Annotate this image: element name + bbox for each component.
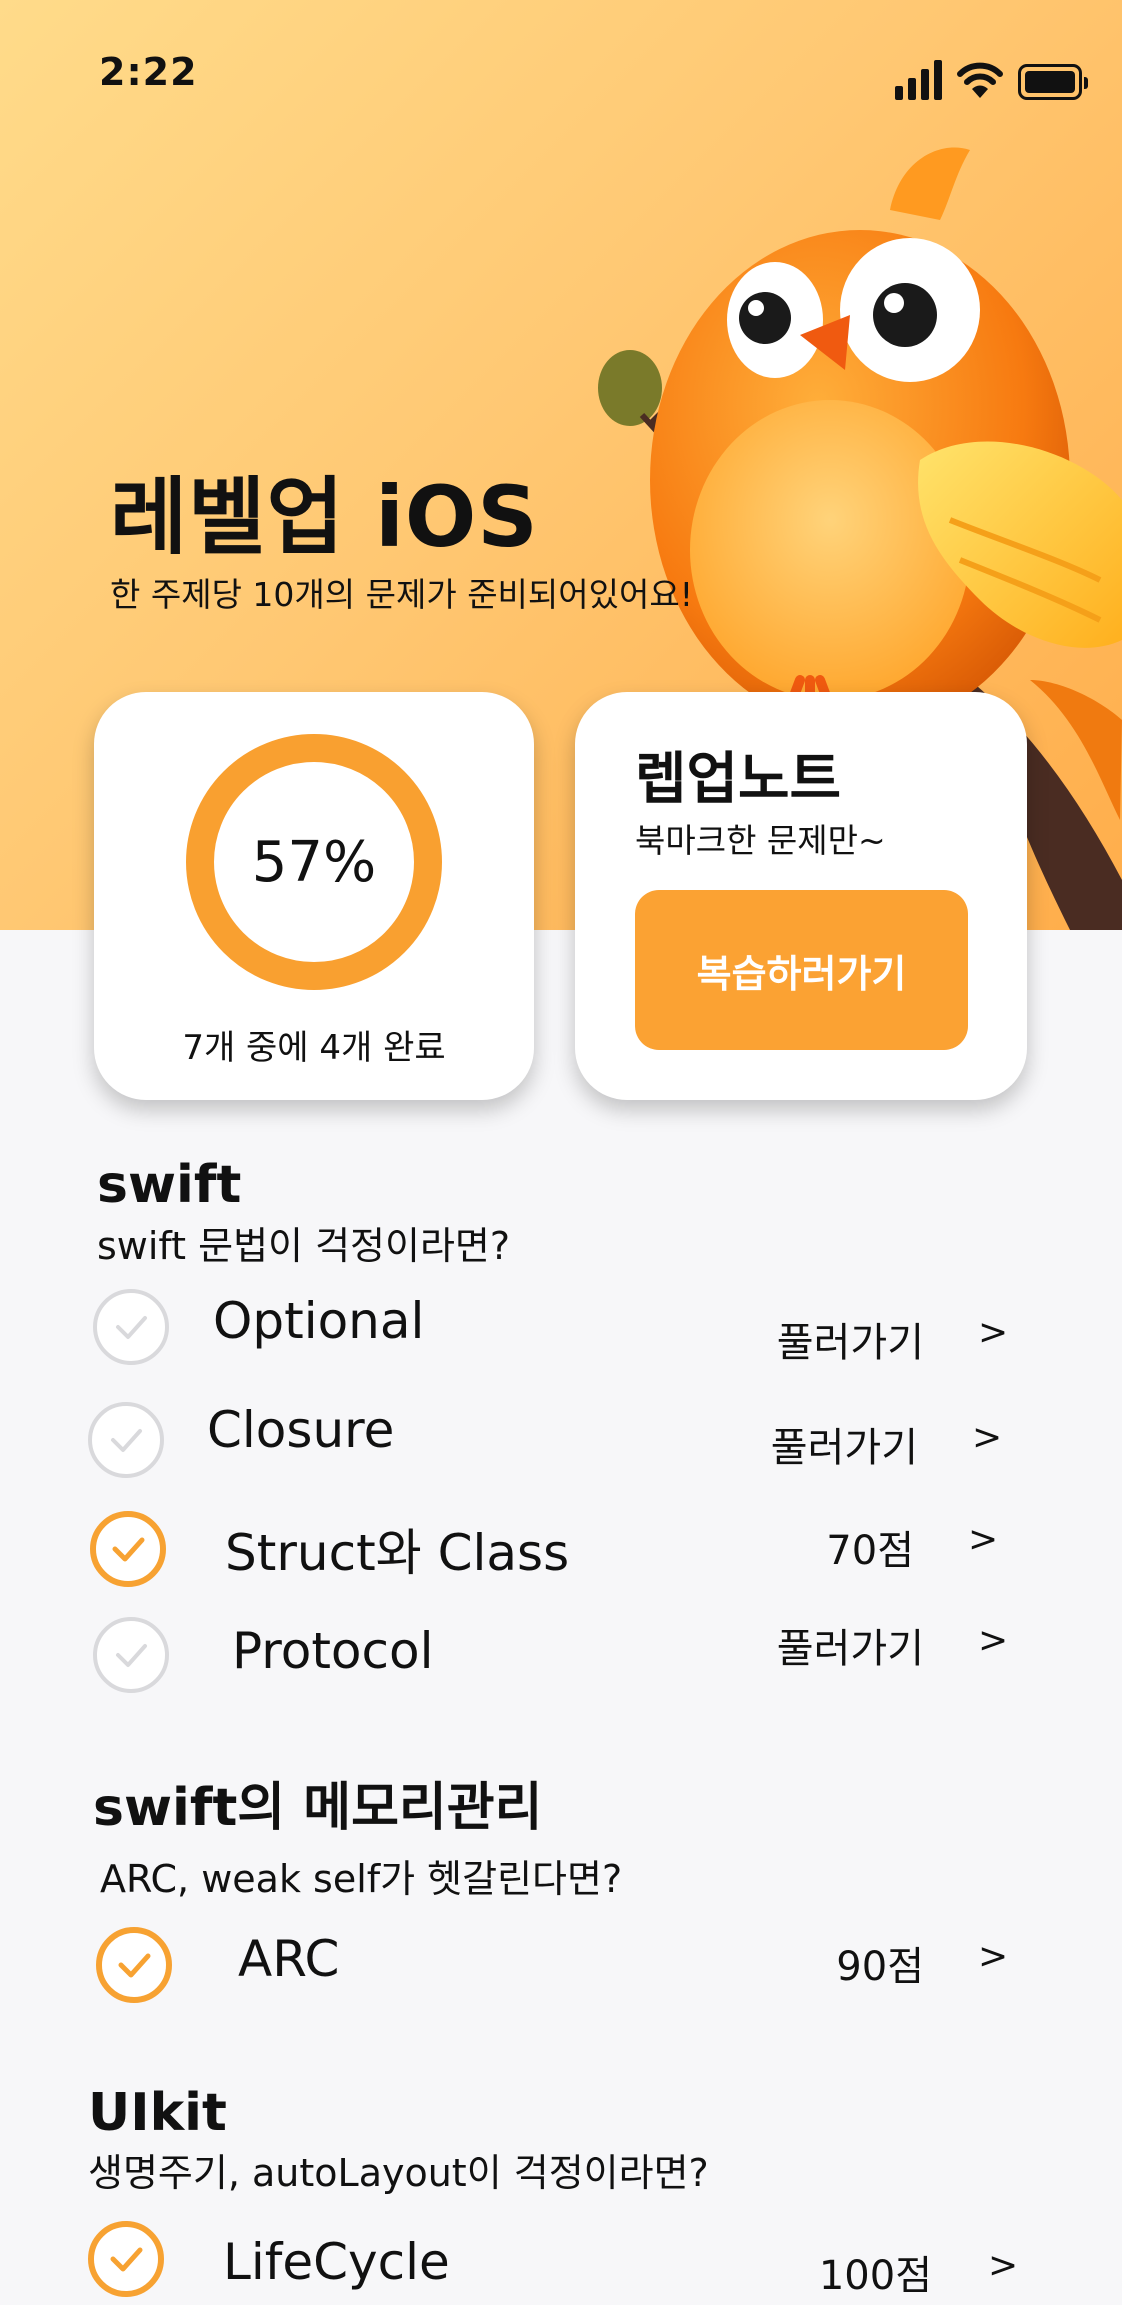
section-title-swift: swift	[97, 1155, 242, 1215]
status-icons	[895, 58, 1088, 100]
note-title: 렙업노트	[635, 747, 842, 812]
progress-card: 57% 7개 중에 4개 완료	[94, 692, 534, 1100]
note-subtitle: 북마크한 문제만~	[635, 821, 886, 860]
check-circle-icon	[90, 1511, 166, 1587]
chevron-right-icon: >	[978, 1620, 1009, 1661]
quiz-status: 풀러가기	[776, 1320, 924, 1366]
hero-subtitle: 한 주제당 10개의 문제가 준비되어있어요!	[110, 575, 693, 614]
chevron-right-icon: >	[972, 1417, 1003, 1458]
review-note-card: 렙업노트 북마크한 문제만~ 복습하러가기	[575, 692, 1027, 1100]
section-subtitle-swift: swift 문법이 걱정이라면?	[97, 1224, 511, 1268]
quiz-label: Closure	[207, 1401, 395, 1459]
check-circle-icon	[93, 1617, 169, 1693]
quiz-label: ARC	[238, 1930, 340, 1988]
progress-percent: 57%	[251, 829, 377, 895]
quiz-status: 풀러가기	[770, 1425, 918, 1471]
wifi-icon	[957, 62, 1003, 98]
check-circle-icon	[88, 1402, 164, 1478]
cellular-signal-icon	[895, 58, 942, 100]
quiz-label: LifeCycle	[223, 2233, 450, 2291]
review-button[interactable]: 복습하러가기	[635, 890, 968, 1050]
quiz-row-protocol[interactable]: Protocol 풀러가기 >	[0, 1610, 1122, 1700]
progress-caption: 7개 중에 4개 완료	[182, 1028, 446, 1068]
quiz-row-arc[interactable]: ARC 90점 >	[0, 1920, 1122, 2010]
quiz-status: 70점	[826, 1528, 914, 1574]
quiz-status: 풀러가기	[776, 1626, 924, 1672]
quiz-row-struct-class[interactable]: Struct와 Class 70점 >	[0, 1505, 1122, 1595]
section-subtitle-memory: ARC, weak self가 헷갈린다면?	[100, 1857, 623, 1901]
chevron-right-icon: >	[968, 1519, 999, 1560]
quiz-label: Struct와 Class	[225, 1524, 570, 1582]
status-time: 2:22	[99, 50, 198, 94]
quiz-row-optional[interactable]: Optional 풀러가기 >	[0, 1282, 1122, 1372]
chevron-right-icon: >	[978, 1312, 1009, 1353]
quiz-status: 100점	[818, 2253, 932, 2299]
check-circle-icon	[88, 2221, 164, 2297]
section-title-uikit: UIkit	[88, 2083, 227, 2143]
quiz-label: Optional	[213, 1292, 425, 1350]
section-subtitle-uikit: 생명주기, autoLayout이 걱정이라면?	[88, 2151, 709, 2195]
quiz-row-closure[interactable]: Closure 풀러가기 >	[0, 1393, 1122, 1483]
check-circle-icon	[93, 1289, 169, 1365]
hero-title: 레벨업 iOS	[110, 468, 539, 566]
quiz-status: 90점	[836, 1944, 924, 1990]
check-circle-icon	[96, 1927, 172, 2003]
quiz-label: Protocol	[232, 1622, 434, 1680]
chevron-right-icon: >	[978, 1936, 1009, 1977]
section-title-memory: swift의 메모리관리	[93, 1778, 543, 1838]
battery-icon	[1018, 64, 1088, 100]
chevron-right-icon: >	[988, 2245, 1019, 2286]
